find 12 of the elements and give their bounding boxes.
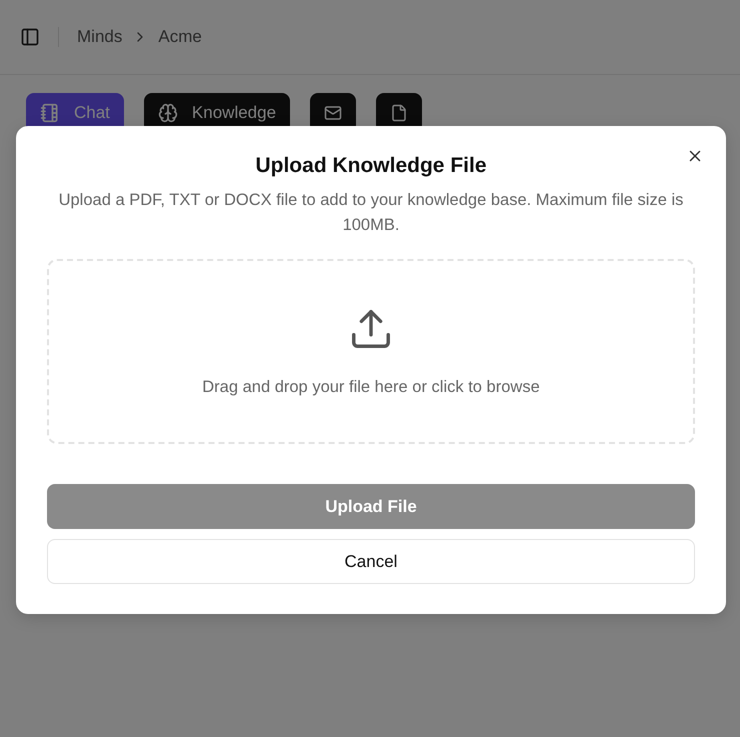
tab-icon xyxy=(158,103,178,123)
sidebar-toggle-icon[interactable] xyxy=(20,27,40,47)
breadcrumb-item[interactable]: Minds xyxy=(77,27,122,47)
tab-icon xyxy=(40,103,60,123)
tab-icon xyxy=(324,104,342,122)
dialog-description: Upload a PDF, TXT or DOCX file to add to your knowledge base. Maximum file size is 100MB. xyxy=(58,190,684,236)
dialog-title: Upload Knowledge File xyxy=(254,154,488,178)
dropzone-hint: Drag and drop your file here or click to browse xyxy=(202,378,540,398)
breadcrumb-item[interactable]: Acme xyxy=(158,27,202,47)
file-dropzone[interactable]: Drag and drop your file here or click to browse xyxy=(47,259,695,444)
cancel-button[interactable]: Cancel xyxy=(47,539,695,584)
tab-icon xyxy=(390,104,408,122)
